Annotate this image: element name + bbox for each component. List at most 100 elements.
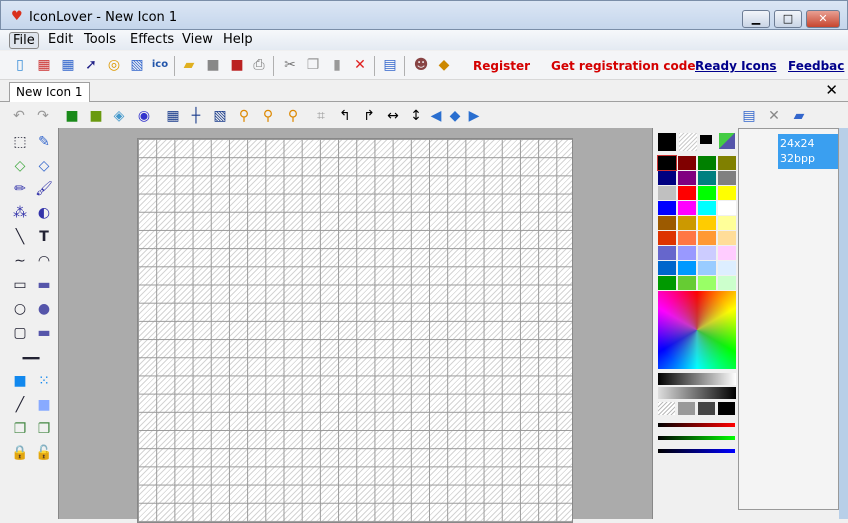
background-color[interactable] bbox=[679, 133, 697, 151]
antialias-icon[interactable]: ╱ bbox=[9, 394, 31, 416]
palette-swatch[interactable] bbox=[698, 246, 716, 260]
eyedropper-icon[interactable]: ✎ bbox=[33, 131, 55, 153]
rotate-right-icon[interactable]: ↱ bbox=[359, 106, 379, 126]
palette-swatch[interactable] bbox=[678, 216, 696, 230]
palette-swatch[interactable] bbox=[658, 276, 676, 290]
layer-back-icon[interactable]: ❐ bbox=[9, 418, 31, 440]
menu-help[interactable]: Help bbox=[220, 32, 256, 49]
palette-swatch[interactable] bbox=[698, 201, 716, 215]
move-updown-icon[interactable]: ◆ bbox=[445, 106, 465, 126]
rotate-left-icon[interactable]: ↰ bbox=[335, 106, 355, 126]
select-all-icon[interactable]: ■ bbox=[62, 106, 82, 126]
format-item[interactable]: 24x24 32bpp bbox=[778, 134, 838, 169]
black-swatch[interactable] bbox=[718, 402, 735, 415]
select-layer-icon[interactable]: ■ bbox=[86, 106, 106, 126]
brush-icon[interactable]: 🖌 bbox=[33, 178, 55, 200]
unlock-icon[interactable]: 🔓 bbox=[33, 442, 55, 464]
new-icon[interactable]: ▯ bbox=[11, 56, 29, 74]
new-animated-cursor-icon[interactable]: ◎ bbox=[105, 56, 123, 74]
menu-view[interactable]: View bbox=[179, 32, 216, 49]
gray-slider[interactable] bbox=[658, 373, 736, 385]
rect-select-icon[interactable]: ⬚ bbox=[9, 131, 31, 153]
zoom-in-icon[interactable]: ⚲ bbox=[234, 106, 254, 126]
minimize-button[interactable]: ▁ bbox=[742, 10, 770, 28]
palette-swatch[interactable] bbox=[718, 261, 736, 275]
color-eraser-icon[interactable]: ◇ bbox=[33, 155, 55, 177]
eraser-format-icon[interactable]: ▰ bbox=[789, 106, 809, 126]
palette-swatch[interactable] bbox=[698, 156, 716, 170]
glow-icon[interactable]: ◉ bbox=[134, 106, 154, 126]
maximize-button[interactable]: □ bbox=[774, 10, 802, 28]
palette-swatch[interactable] bbox=[678, 186, 696, 200]
close-button[interactable]: ✕ bbox=[806, 10, 840, 28]
icon-editing-grid[interactable] bbox=[137, 138, 573, 523]
delete-format-icon[interactable]: ✕ bbox=[764, 106, 784, 126]
green-slider[interactable] bbox=[658, 436, 735, 440]
alpha-slider[interactable] bbox=[658, 387, 736, 399]
palette-swatch[interactable] bbox=[658, 201, 676, 215]
paste-icon[interactable]: ▮ bbox=[328, 56, 346, 74]
palette-swatch[interactable] bbox=[698, 171, 716, 185]
palette-swatch[interactable] bbox=[678, 201, 696, 215]
palette-swatch[interactable] bbox=[698, 261, 716, 275]
zoom-fit-icon[interactable]: ⚲ bbox=[283, 106, 303, 126]
palette-swatch[interactable] bbox=[658, 216, 676, 230]
cut-icon[interactable]: ✂ bbox=[281, 56, 299, 74]
feedback-link[interactable]: Feedbac bbox=[788, 59, 844, 73]
fill-mode-icon[interactable]: ■ bbox=[9, 370, 31, 392]
palette-swatch[interactable] bbox=[718, 171, 736, 185]
palette-swatch[interactable] bbox=[658, 231, 676, 245]
palette-swatch[interactable] bbox=[658, 171, 676, 185]
line-width-select[interactable]: ━━ bbox=[9, 348, 53, 370]
palette-swatch[interactable] bbox=[678, 171, 696, 185]
filled-rectangle-icon[interactable]: ▬ bbox=[33, 274, 55, 296]
palette-swatch[interactable] bbox=[698, 231, 716, 245]
save-all-icon[interactable]: ■ bbox=[228, 56, 246, 74]
transparent-swatch[interactable] bbox=[658, 402, 675, 415]
color-spectrum[interactable] bbox=[658, 291, 736, 369]
redo-icon[interactable]: ↷ bbox=[33, 106, 53, 126]
layer-front-icon[interactable]: ❐ bbox=[33, 418, 55, 440]
foreground-color[interactable] bbox=[658, 133, 676, 151]
move-left-icon[interactable]: ◀ bbox=[426, 106, 446, 126]
pencil-icon[interactable]: ✏ bbox=[9, 178, 31, 200]
text-icon[interactable]: T bbox=[33, 226, 55, 248]
palette-swatch[interactable] bbox=[698, 216, 716, 230]
crosshair-icon[interactable]: ┼ bbox=[186, 106, 206, 126]
3d-box-icon[interactable]: ◈ bbox=[109, 106, 129, 126]
new-cursor-icon[interactable]: ➚ bbox=[82, 56, 100, 74]
menu-file[interactable]: File bbox=[9, 32, 39, 49]
new-image-icon[interactable]: ▦ bbox=[59, 56, 77, 74]
semi-transparent-swatch[interactable] bbox=[678, 402, 695, 415]
palette-swatch[interactable] bbox=[658, 186, 676, 200]
rectangle-icon[interactable]: ▭ bbox=[9, 274, 31, 296]
fill-bucket-icon[interactable]: ◐ bbox=[33, 202, 55, 224]
ellipse-icon[interactable]: ○ bbox=[9, 298, 31, 320]
close-tab-icon[interactable]: ✕ bbox=[825, 81, 838, 99]
filled-ellipse-icon[interactable]: ● bbox=[33, 298, 55, 320]
palette-swatch[interactable] bbox=[718, 186, 736, 200]
palette-swatch[interactable] bbox=[718, 156, 736, 170]
swap-colors-icon[interactable] bbox=[719, 133, 735, 149]
pattern-icon[interactable]: ⁙ bbox=[33, 370, 55, 392]
palette-swatch[interactable] bbox=[678, 246, 696, 260]
menu-effects[interactable]: Effects bbox=[127, 32, 177, 49]
menu-tools[interactable]: Tools bbox=[81, 32, 119, 49]
palette-swatch[interactable] bbox=[718, 246, 736, 260]
palette-swatch[interactable] bbox=[678, 261, 696, 275]
new-library-icon[interactable]: ▦ bbox=[35, 56, 53, 74]
palette-swatch[interactable] bbox=[678, 156, 696, 170]
undo-icon[interactable]: ↶ bbox=[9, 106, 29, 126]
ready-icons-link[interactable]: Ready Icons bbox=[695, 59, 777, 73]
filled-rounded-rect-icon[interactable]: ▬ bbox=[33, 322, 55, 344]
delete-icon[interactable]: ✕ bbox=[351, 56, 369, 74]
open-icon[interactable]: ▰ bbox=[180, 56, 198, 74]
blue-slider[interactable] bbox=[658, 449, 735, 453]
line-icon[interactable]: ╲ bbox=[9, 226, 31, 248]
ico-icon[interactable]: ico bbox=[151, 56, 169, 74]
wizard-icon[interactable]: ☻ bbox=[412, 56, 430, 74]
palette-swatch[interactable] bbox=[718, 216, 736, 230]
print-icon[interactable]: ⎙ bbox=[250, 56, 268, 74]
palette-swatch[interactable] bbox=[698, 276, 716, 290]
palette-swatch[interactable] bbox=[698, 186, 716, 200]
